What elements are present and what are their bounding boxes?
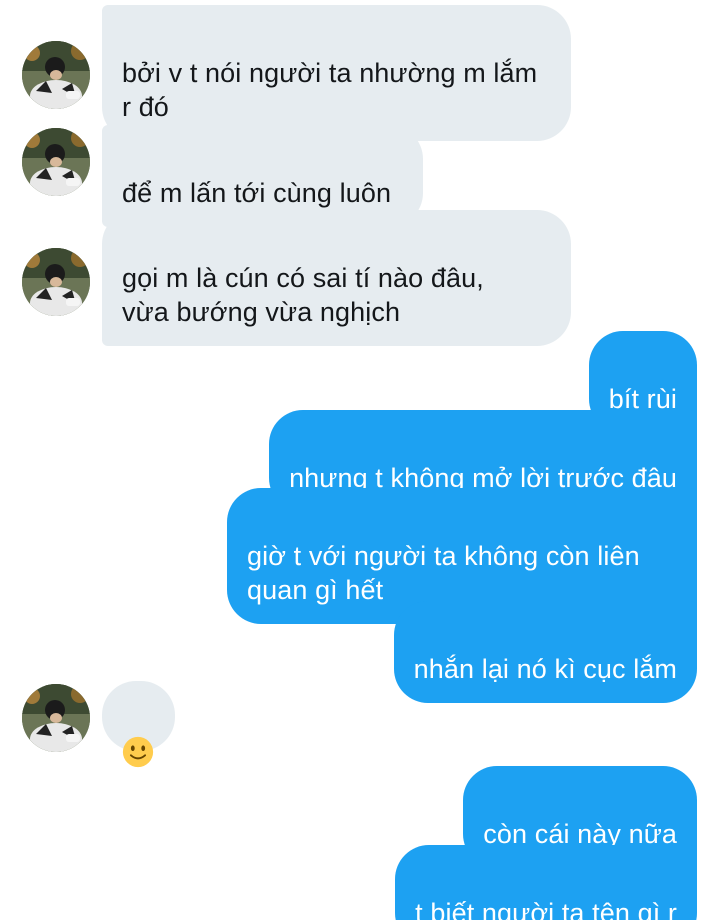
contact-avatar[interactable]: [22, 128, 90, 196]
message-text: gọi m là cún có sai tí nào đâu, vừa bướn…: [122, 263, 484, 327]
conversation-thread: bởi v t nói người ta nhường m lắm r đó đ…: [0, 0, 719, 920]
contact-avatar[interactable]: [22, 41, 90, 109]
message-bubble-outgoing[interactable]: t biết người ta tên gì r: [395, 845, 697, 920]
message-bubble-incoming[interactable]: gọi m là cún có sai tí nào đâu, vừa bướn…: [102, 210, 571, 346]
message-text: t biết người ta tên gì r: [415, 898, 677, 920]
avatar-photo-icon: [22, 41, 90, 109]
avatar-photo-icon: [22, 684, 90, 752]
message-text: bởi v t nói người ta nhường m lắm r đó: [122, 58, 538, 122]
message-bubble-incoming[interactable]: [102, 681, 175, 767]
slightly-smiling-face-icon: [122, 736, 154, 767]
message-bubble-incoming[interactable]: bởi v t nói người ta nhường m lắm r đó: [102, 5, 571, 141]
contact-avatar[interactable]: [22, 248, 90, 316]
message-text: giờ t với người ta không còn liên quan g…: [247, 541, 640, 605]
message-text: để m lấn tới cùng luôn: [122, 178, 392, 208]
avatar-photo-icon: [22, 248, 90, 316]
message-text: nhắn lại nó kì cục lắm: [413, 654, 677, 684]
message-bubble-outgoing[interactable]: nhắn lại nó kì cục lắm: [393, 601, 697, 703]
avatar-photo-icon: [22, 128, 90, 196]
contact-avatar[interactable]: [22, 684, 90, 752]
